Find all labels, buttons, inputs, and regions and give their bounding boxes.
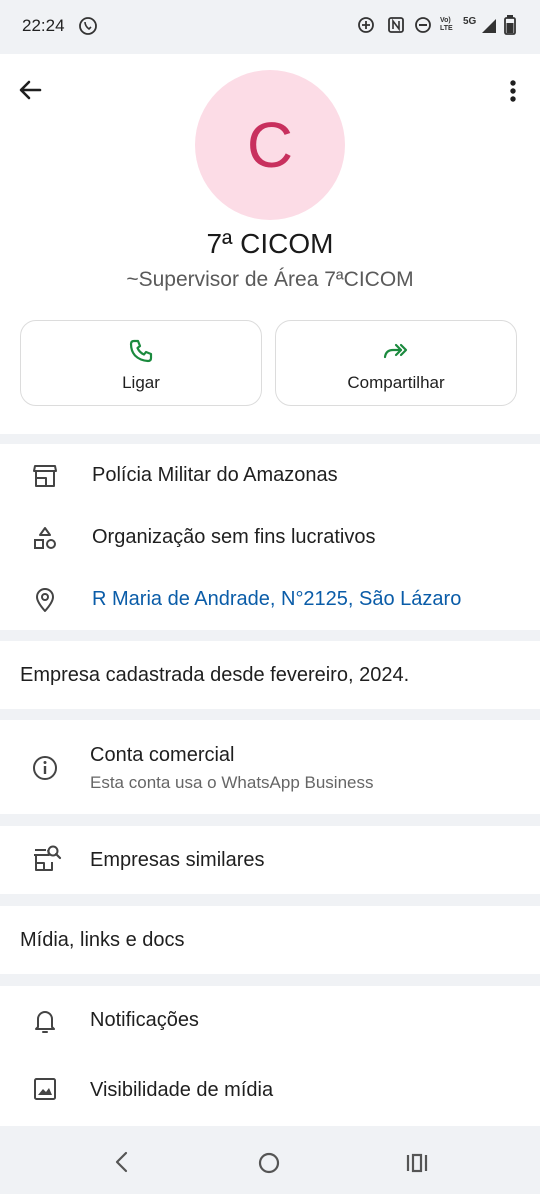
nfc-icon [388, 17, 404, 33]
media-visibility-row[interactable]: Visibilidade de mídia [0, 1056, 540, 1126]
storefront-icon [33, 465, 57, 487]
business-info-card: Polícia Militar do Amazonas Organização … [0, 444, 540, 630]
avatar[interactable]: C [195, 70, 345, 220]
data-saver-icon [358, 17, 374, 33]
business-address-row[interactable]: R Maria de Andrade, N°2125, São Lázaro [0, 568, 540, 630]
notifications-row[interactable]: Notificações [0, 986, 540, 1056]
media-links-docs-row[interactable]: Mídia, links e docs [0, 906, 540, 974]
back-arrow-icon[interactable] [14, 74, 48, 108]
location-pin-icon [36, 588, 54, 612]
contact-subtitle: ~Supervisor de Área 7ªCICOM [126, 268, 414, 291]
status-bar: 22:24 Vo) LTE 5G [0, 0, 540, 54]
phone-icon [129, 339, 153, 363]
avatar-letter: C [246, 109, 294, 181]
call-button[interactable]: Ligar [20, 320, 262, 406]
store-search-icon [34, 845, 62, 871]
business-address-link[interactable]: R Maria de Andrade, N°2125, São Lázaro [92, 588, 461, 611]
share-forward-icon [383, 343, 408, 359]
share-label: Compartilhar [347, 373, 445, 392]
media-links-docs-label: Mídia, links e docs [20, 929, 185, 951]
network-type: 5G [463, 16, 477, 27]
business-category-row[interactable]: Organização sem fins lucrativos [0, 506, 540, 568]
media-visibility-label: Visibilidade de mídia [90, 1079, 274, 1101]
similar-businesses-row[interactable]: Empresas similares [0, 826, 540, 894]
share-button[interactable]: Compartilhar [275, 320, 517, 406]
registered-since-text: Empresa cadastrada desde fevereiro, 2024… [20, 664, 410, 686]
nav-recents-icon[interactable] [405, 1151, 429, 1175]
signal-icon [482, 19, 496, 33]
do-not-disturb-icon [415, 17, 431, 33]
battery-icon [504, 15, 516, 35]
info-icon [33, 756, 57, 780]
business-name-row[interactable]: Polícia Militar do Amazonas [0, 444, 540, 506]
volte-icon: Vo) LTE [440, 17, 453, 32]
business-account-row[interactable]: Conta comercial Esta conta usa o WhatsAp… [0, 720, 540, 814]
business-account-subtitle: Esta conta usa o WhatsApp Business [90, 773, 374, 792]
settings-card: Notificações Visibilidade de mídia [0, 986, 540, 1126]
system-navigation-bar [0, 1126, 540, 1194]
business-account-title: Conta comercial [90, 744, 235, 766]
notifications-label: Notificações [90, 1009, 199, 1031]
image-icon [34, 1078, 56, 1100]
call-label: Ligar [122, 373, 160, 392]
bell-icon [35, 1011, 55, 1033]
nav-home-icon[interactable] [257, 1151, 281, 1175]
similar-businesses-label: Empresas similares [90, 849, 265, 871]
business-category: Organização sem fins lucrativos [92, 526, 376, 548]
registered-since-card: Empresa cadastrada desde fevereiro, 2024… [0, 641, 540, 709]
more-options-icon[interactable] [498, 74, 528, 108]
business-name: Polícia Militar do Amazonas [92, 464, 338, 486]
contact-name: 7ª CICOM [206, 228, 334, 259]
nav-back-icon[interactable] [110, 1150, 134, 1174]
viber-icon [79, 17, 97, 35]
category-shapes-icon [34, 527, 56, 549]
status-time: 22:24 [22, 16, 65, 35]
